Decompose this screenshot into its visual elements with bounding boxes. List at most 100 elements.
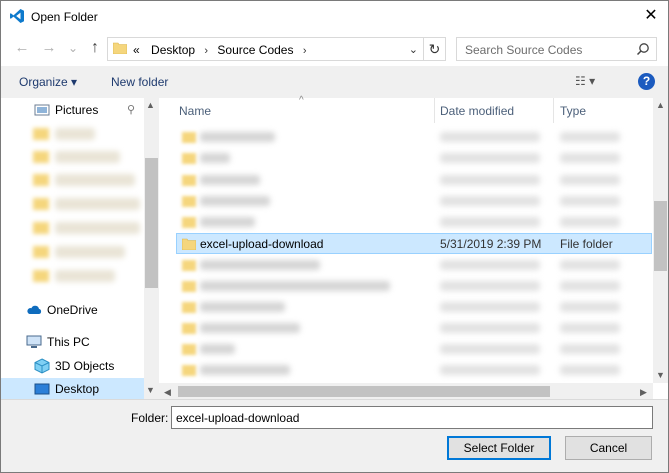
view-options-icon[interactable]: ☷ ▾ [575, 74, 611, 90]
nav-item-pictures[interactable]: Pictures ⚲ [1, 99, 144, 121]
search-icon[interactable] [636, 42, 650, 56]
column-divider[interactable] [553, 98, 554, 123]
breadcrumb: « Desktop › Source Codes › [133, 43, 312, 57]
pictures-icon [34, 104, 50, 116]
list-item[interactable] [177, 339, 653, 360]
column-name[interactable]: Name [179, 104, 211, 118]
scroll-left-arrow-icon[interactable]: ◀ [164, 387, 171, 398]
new-folder-button[interactable]: New folder [111, 75, 168, 89]
column-divider[interactable] [434, 98, 435, 123]
blurred-item [55, 222, 140, 234]
nav-item-label: This PC [47, 335, 90, 349]
blurred-type [560, 344, 620, 354]
folder-icon [182, 260, 196, 271]
column-type[interactable]: Type [560, 104, 586, 118]
file-list-horizontal-scroll-thumb[interactable] [178, 386, 550, 397]
list-item[interactable] [177, 276, 653, 297]
cancel-button[interactable]: Cancel [565, 436, 652, 460]
help-icon[interactable]: ? [638, 73, 655, 90]
nav-item-desktop[interactable]: Desktop [1, 378, 144, 400]
blurred-item [55, 270, 115, 282]
forward-button[interactable]: → [41, 40, 57, 56]
refresh-icon[interactable]: ↻ [423, 38, 445, 60]
breadcrumb-separator[interactable]: › [198, 45, 214, 57]
list-item[interactable] [177, 127, 653, 148]
folder-icon [182, 302, 196, 313]
blurred-type [560, 153, 620, 163]
up-button[interactable]: ↑ [87, 40, 103, 56]
select-folder-button[interactable]: Select Folder [447, 436, 551, 460]
nav-pane-scroll-thumb[interactable] [145, 158, 158, 288]
search-box[interactable]: Search Source Codes [456, 37, 657, 61]
breadcrumb-source-codes[interactable]: Source Codes [217, 43, 293, 57]
folder-icon [182, 175, 196, 186]
nav-item-label: Pictures [55, 103, 99, 117]
blurred-item [55, 174, 135, 186]
organize-menu[interactable]: Organize ▾ [19, 75, 77, 89]
folder-icon [182, 365, 196, 376]
blurred-type [560, 323, 620, 333]
blurred-name [200, 175, 260, 185]
blurred-name [200, 260, 320, 270]
blurred-date [440, 323, 540, 333]
blurred-item [55, 151, 120, 163]
recent-locations-button[interactable]: ⌄ [65, 40, 81, 56]
list-item[interactable] [177, 318, 653, 339]
nav-item-label: OneDrive [47, 303, 98, 317]
blurred-date [440, 302, 540, 312]
blurred-type [560, 217, 620, 227]
folder-icon [182, 281, 196, 292]
blurred-item [55, 128, 95, 140]
scroll-up-arrow-icon[interactable]: ▲ [146, 100, 155, 110]
blurred-type [560, 175, 620, 185]
blurred-date [440, 175, 540, 185]
command-bar: Organize ▾ New folder ☷ ▾ ? [1, 66, 668, 98]
nav-item-label: Desktop [55, 382, 100, 396]
blurred-name [200, 217, 255, 227]
pin-icon[interactable]: ⚲ [127, 103, 135, 116]
back-button[interactable]: ← [14, 40, 30, 56]
list-item[interactable] [177, 255, 653, 276]
blurred-name [200, 281, 390, 291]
nav-item-3d-objects[interactable]: 3D Objects [1, 355, 144, 377]
scroll-right-arrow-icon[interactable]: ▶ [640, 387, 647, 398]
blurred-date [440, 153, 540, 163]
search-input[interactable]: Search Source Codes [465, 43, 582, 57]
nav-item-this-pc[interactable]: This PC [1, 331, 144, 353]
nav-item-onedrive[interactable]: OneDrive [1, 299, 144, 321]
blurred-date [440, 281, 540, 291]
file-name: excel-upload-download [200, 237, 324, 251]
list-item-selected[interactable]: excel-upload-download 5/31/2019 2:39 PM … [176, 233, 652, 254]
open-folder-dialog: Open Folder ✕ ← → ⌄ ↑ « Desktop › Source… [0, 0, 669, 473]
column-date-modified[interactable]: Date modified [440, 104, 514, 118]
close-button[interactable]: ✕ [642, 7, 660, 25]
blurred-item [55, 246, 125, 258]
blurred-date [440, 196, 540, 206]
blurred-name [200, 153, 230, 163]
folder-icon [182, 323, 196, 334]
list-item[interactable] [177, 360, 653, 381]
list-item[interactable] [177, 191, 653, 212]
folder-icon [33, 174, 49, 186]
address-bar[interactable]: « Desktop › Source Codes › ⌄ ↻ [107, 37, 446, 61]
breadcrumb-separator[interactable]: › [297, 45, 313, 57]
navigation-bar: ← → ⌄ ↑ « Desktop › Source Codes › ⌄ ↻ S… [1, 32, 668, 66]
list-item[interactable] [177, 297, 653, 318]
list-item[interactable] [177, 148, 653, 169]
file-list-vertical-scroll-thumb[interactable] [654, 201, 667, 271]
nav-item-label: 3D Objects [55, 359, 115, 373]
folder-icon [182, 238, 196, 250]
scroll-up-arrow-icon[interactable]: ▲ [656, 100, 665, 110]
scroll-down-arrow-icon[interactable]: ▼ [146, 385, 155, 395]
scroll-down-arrow-icon[interactable]: ▼ [656, 370, 665, 380]
folder-icon [182, 344, 196, 355]
folder-icon [33, 270, 49, 282]
list-item[interactable] [177, 170, 653, 191]
folder-name-input[interactable] [171, 406, 653, 429]
navigation-pane: Pictures ⚲ OneDrive This PC 3D Objects D… [1, 98, 159, 400]
breadcrumb-overflow[interactable]: « [133, 43, 140, 57]
file-type: File folder [560, 237, 613, 251]
breadcrumb-desktop[interactable]: Desktop [143, 43, 195, 57]
address-dropdown-icon[interactable]: ⌄ [409, 43, 418, 56]
list-item[interactable] [177, 212, 653, 233]
